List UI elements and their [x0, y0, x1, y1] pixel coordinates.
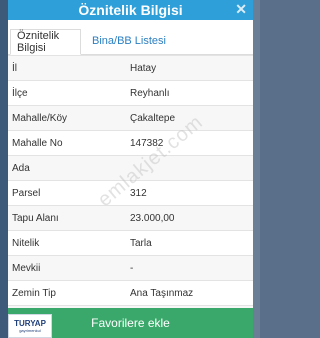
close-icon[interactable]: ✕ [235, 1, 247, 18]
table-row: Parsel 312 [8, 180, 253, 206]
row-value: Ana Taşınmaz [126, 280, 253, 306]
row-value: 147382 [126, 130, 253, 156]
row-key: Mevkii [8, 255, 126, 281]
row-value: Tarla [126, 230, 253, 256]
row-value: Reyhanlı [126, 80, 253, 106]
row-value: Hatay [126, 55, 253, 81]
table-row: Mahalle/Köy Çakaltepe [8, 105, 253, 131]
tab-bar: Öznitelik Bilgisi Bina/BB Listesi [8, 20, 253, 55]
table-row: Mevkii - [8, 255, 253, 281]
background-right [252, 0, 260, 338]
row-key: İlçe [8, 80, 126, 106]
background-left [0, 0, 8, 338]
table-row: Mahalle No 147382 [8, 130, 253, 156]
row-value: Çakaltepe [126, 105, 253, 131]
tab-building-list[interactable]: Bina/BB Listesi [86, 28, 172, 54]
row-key: Nitelik [8, 230, 126, 256]
row-value: - [126, 255, 253, 281]
row-key: Mahalle No [8, 130, 126, 156]
table-row: Ada [8, 155, 253, 181]
modal-header: Öznitelik Bilgisi ✕ [8, 0, 253, 20]
attribute-info-modal: Öznitelik Bilgisi ✕ Öznitelik Bilgisi Bi… [8, 0, 253, 338]
logo-main-text: TURYAP [14, 319, 46, 328]
table-row: Tapu Alanı 23.000,00 [8, 205, 253, 231]
table-row: Nitelik Tarla [8, 230, 253, 256]
row-value [126, 155, 253, 181]
row-key: Tapu Alanı [8, 205, 126, 231]
logo-sub-text: gayrimenkul [19, 328, 41, 333]
add-favorites-label: Favorilere ekle [91, 316, 170, 330]
table-row: Zemin Tip Ana Taşınmaz [8, 280, 253, 306]
row-key: Mahalle/Köy [8, 105, 126, 131]
table-row: İl Hatay [8, 55, 253, 81]
table-row: İlçe Reyhanlı [8, 80, 253, 106]
turyap-logo: TURYAP gayrimenkul [8, 314, 52, 338]
row-value: 312 [126, 180, 253, 206]
tab-attribute-info[interactable]: Öznitelik Bilgisi [10, 29, 81, 55]
attribute-table: İl Hatay İlçe Reyhanlı Mahalle/Köy Çakaltepe M… [8, 55, 253, 330]
row-key: İl [8, 55, 126, 81]
row-key: Parsel [8, 180, 126, 206]
row-value: 23.000,00 [126, 205, 253, 231]
row-key: Ada [8, 155, 126, 181]
modal-title: Öznitelik Bilgisi [78, 2, 183, 18]
row-key: Zemin Tip [8, 280, 126, 306]
